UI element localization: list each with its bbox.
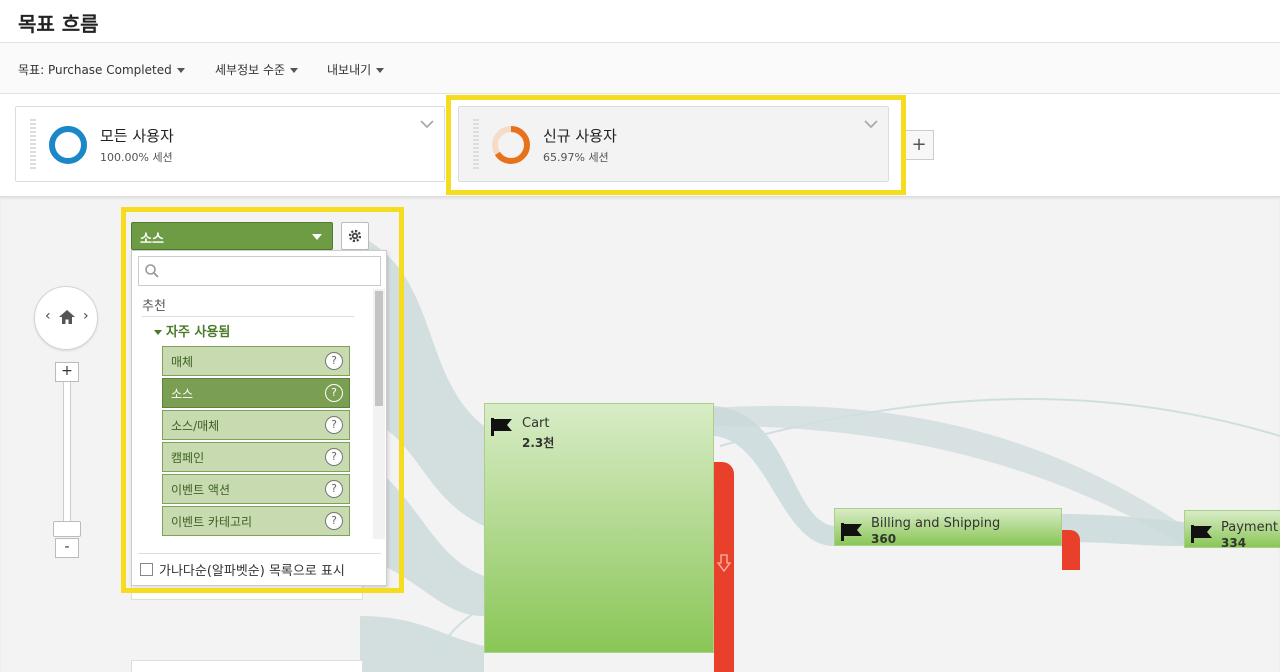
chevron-down-icon	[176, 68, 185, 73]
segment-name: 모든 사용자	[100, 127, 174, 145]
dropoff-bar[interactable]	[714, 462, 734, 672]
source-node[interactable]	[131, 660, 363, 672]
stage-count: 2.3천	[522, 436, 555, 450]
goal-select-label: 목표: Purchase Completed	[18, 63, 172, 77]
stage-name: Cart	[522, 416, 550, 431]
dropoff-bar[interactable]	[1062, 530, 1080, 570]
flag-icon	[841, 523, 862, 541]
donut-chart-icon	[49, 126, 87, 164]
add-segment-button[interactable]: +	[904, 130, 934, 160]
stage-name: Billing and Shipping	[871, 516, 1001, 531]
page-title: 목표 흐름	[18, 12, 99, 36]
detail-level-label: 세부정보 수준	[215, 63, 286, 77]
funnel-node-billing[interactable]: Billing and Shipping 360	[834, 508, 1062, 546]
stage-count: 334	[1221, 536, 1247, 550]
goal-select[interactable]: 목표: Purchase Completed	[18, 61, 185, 78]
pan-left-button[interactable]: ‹	[45, 308, 51, 324]
segment-percent: 100.00% 세션	[100, 151, 173, 164]
export-label: 내보내기	[327, 63, 372, 77]
export-menu[interactable]: 내보내기	[327, 61, 385, 78]
nav-control: ‹ ›	[34, 286, 98, 350]
pan-right-button[interactable]: ›	[83, 308, 89, 324]
flag-icon	[1191, 525, 1212, 543]
zoom-in-button[interactable]: +	[55, 362, 79, 382]
flag-icon	[491, 418, 512, 436]
zoom-slider[interactable]	[63, 376, 71, 536]
stage-name: Payment	[1221, 520, 1278, 535]
arrow-down-icon	[717, 554, 731, 572]
chevron-down-icon	[376, 68, 385, 73]
highlight-box	[446, 95, 906, 195]
home-icon[interactable]	[58, 309, 76, 325]
chevron-down-icon	[290, 68, 299, 73]
zoom-out-button[interactable]: -	[55, 538, 79, 558]
chevron-down-icon[interactable]	[420, 117, 434, 131]
stage-count: 360	[871, 532, 897, 546]
toolbar: 목표: Purchase Completed 세부정보 수준 내보내기	[0, 42, 1280, 94]
segment-card-all-users[interactable]: 모든 사용자 100.00% 세션	[15, 106, 445, 182]
highlight-box	[121, 207, 404, 593]
drag-handle-icon[interactable]	[30, 119, 36, 171]
zoom-handle[interactable]	[53, 521, 81, 537]
funnel-node-payment[interactable]: Payment 334	[1184, 510, 1280, 550]
funnel-node-cart[interactable]: Cart 2.3천	[484, 403, 714, 653]
detail-level-select[interactable]: 세부정보 수준	[215, 61, 299, 78]
